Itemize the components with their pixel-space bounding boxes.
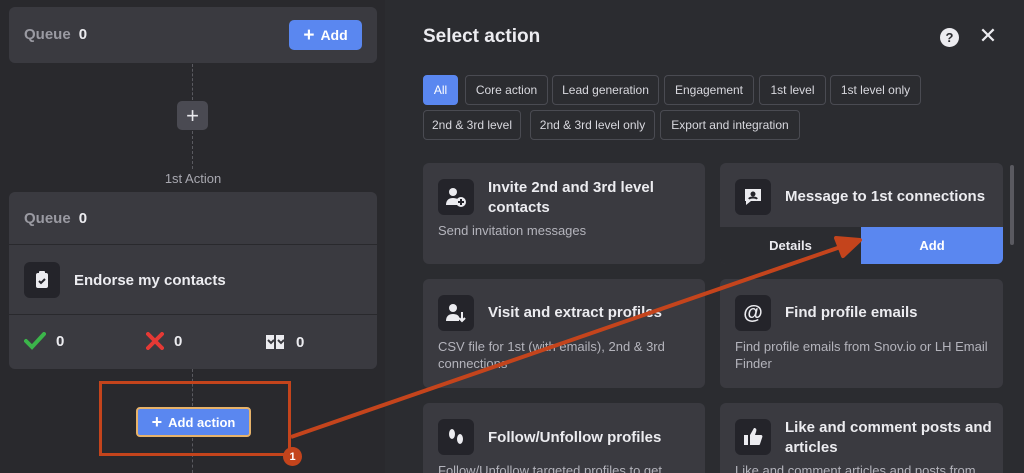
thumbs-up-icon: [735, 419, 771, 455]
filter-1st-level[interactable]: 1st level: [759, 75, 826, 105]
message-icon: [735, 179, 771, 215]
insert-step-button[interactable]: +: [177, 101, 208, 130]
clipboard-check-icon: [24, 262, 60, 298]
panel-title: Select action: [423, 26, 541, 47]
action-title: Invite 2nd and 3rd level contacts: [488, 179, 654, 216]
connector-line: [192, 131, 193, 169]
action-card-visit-extract[interactable]: Visit and extract profiles CSV file for …: [423, 279, 705, 388]
queue-count: 0: [78, 26, 88, 43]
step-title: 1st Action: [164, 171, 222, 186]
divider: [9, 244, 377, 245]
action-title: Message to 1st connections: [785, 188, 986, 205]
action-card-like-comment[interactable]: Like and comment posts and articles Like…: [720, 403, 1003, 473]
skipped-count: 0: [296, 333, 305, 351]
filter-engagement[interactable]: Engagement: [664, 75, 754, 105]
details-button[interactable]: Details: [720, 227, 861, 264]
action-card-message[interactable]: Message to 1st connections Details Add: [720, 163, 1003, 264]
skip-icon: [266, 335, 285, 349]
failed-stat: 0: [146, 332, 182, 350]
filter-2nd-3rd-level[interactable]: 2nd & 3rd level: [423, 110, 521, 140]
add-button[interactable]: + Add: [289, 20, 362, 50]
action-title: Visit and extract profiles: [488, 304, 662, 321]
footsteps-icon: [438, 419, 474, 455]
task-name: Endorse my contacts: [74, 271, 226, 289]
action-card[interactable]: Queue 0 Endorse my contacts 0 0 0: [9, 192, 377, 369]
failed-count: 0: [174, 332, 183, 350]
plus-icon: +: [303, 24, 315, 46]
add-button-label: Add: [320, 27, 348, 43]
connector-line: [192, 64, 193, 100]
skipped-stat: 0: [264, 332, 304, 352]
filter-all[interactable]: All: [423, 75, 458, 105]
action-title: Like and comment posts and articles: [785, 419, 992, 456]
queue-label: Queue: [24, 210, 71, 227]
filter-lead-generation[interactable]: Lead generation: [552, 75, 659, 105]
action-description: Find profile emails from Snov.io or LH E…: [735, 339, 988, 371]
action-card-follow[interactable]: Follow/Unfollow profiles Follow/Unfollow…: [423, 403, 705, 473]
workflow-panel: Queue 0 + Add + 1st Action Queue 0 Endor…: [0, 0, 385, 473]
success-count: 0: [56, 332, 65, 350]
add-action-label: Add action: [168, 414, 236, 430]
divider: [9, 314, 377, 315]
help-icon[interactable]: ?: [940, 28, 959, 47]
filter-core-action[interactable]: Core action: [465, 75, 548, 105]
queue-label: Queue: [24, 26, 71, 43]
success-stat: 0: [24, 332, 64, 350]
action-card-invite[interactable]: Invite 2nd and 3rd level contacts Send i…: [423, 163, 705, 264]
extract-user-icon: [438, 295, 474, 331]
filter-2nd-3rd-level-only[interactable]: 2nd & 3rd level only: [530, 110, 655, 140]
queue-row: Queue 0: [24, 26, 87, 43]
check-icon: [24, 332, 46, 350]
action-description: Like and comment articles and posts from: [735, 463, 976, 473]
action-title: Find profile emails: [785, 304, 918, 321]
queue-row: Queue 0: [24, 210, 87, 227]
plus-icon: +: [186, 102, 199, 128]
task-row: Endorse my contacts: [24, 262, 226, 298]
select-action-panel: Select action ? ✕ All Core action Lead g…: [385, 0, 1024, 473]
step-number-badge: 1: [283, 447, 302, 466]
action-card-find-emails[interactable]: @ Find profile emails Find profile email…: [720, 279, 1003, 388]
card-action-buttons: Details Add: [720, 227, 1003, 264]
at-sign-icon: @: [735, 295, 771, 331]
filter-1st-level-only[interactable]: 1st level only: [830, 75, 921, 105]
action-description: Follow/Unfollow targeted profiles to get: [438, 463, 663, 473]
add-button[interactable]: Add: [861, 227, 1003, 264]
close-icon[interactable]: ✕: [977, 25, 999, 47]
filter-export-integration[interactable]: Export and integration: [660, 110, 800, 140]
scrollbar[interactable]: [1010, 165, 1014, 245]
add-action-button[interactable]: + Add action: [136, 407, 251, 437]
cross-icon: [146, 332, 164, 350]
queue-card: Queue 0 + Add: [9, 7, 377, 63]
queue-count: 0: [78, 210, 88, 227]
action-description: Send invitation messages: [438, 223, 587, 238]
plus-icon: +: [151, 412, 163, 432]
action-description: CSV file for 1st (with emails), 2nd & 3r…: [438, 339, 665, 371]
invite-user-icon: [438, 179, 474, 215]
action-title: Follow/Unfollow profiles: [488, 429, 662, 446]
